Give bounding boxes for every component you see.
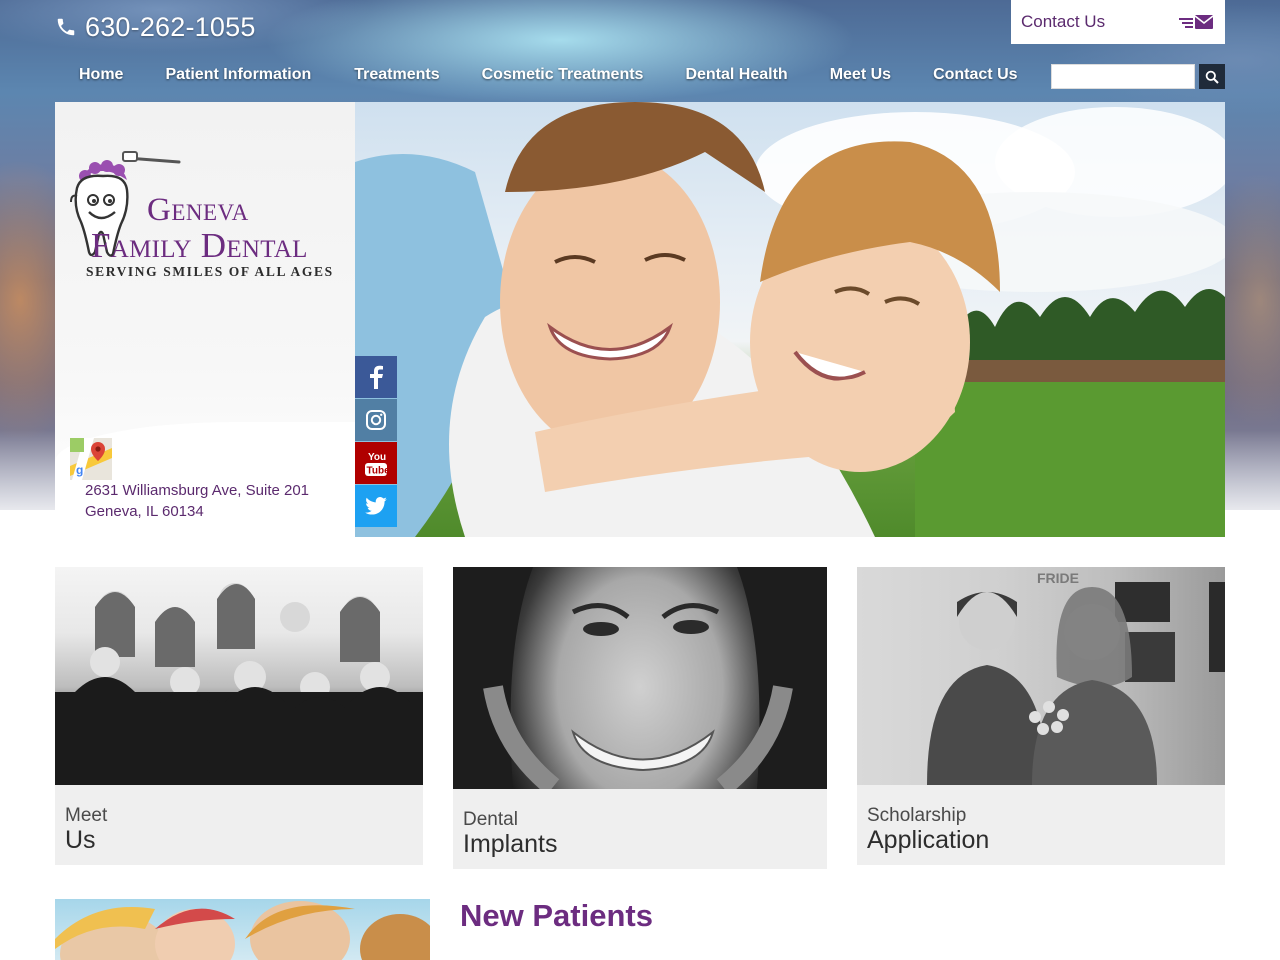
main-nav: Home Patient Information Treatments Cosm… bbox=[55, 60, 1018, 90]
phone-number[interactable]: 630-262-1055 bbox=[55, 10, 256, 44]
new-patients-heading: New Patients bbox=[460, 898, 653, 933]
instagram-icon bbox=[366, 410, 386, 430]
card-scholarship-small-text: Scholarship bbox=[867, 805, 967, 826]
facebook-icon bbox=[370, 365, 383, 389]
logo-text-geneva: Geneva bbox=[147, 192, 249, 228]
card-scholarship-application[interactable]: FRIDE Scholarship Application bbox=[857, 567, 1225, 865]
nav-item-cosmetic-treatments[interactable]: Cosmetic Treatments bbox=[482, 66, 644, 84]
smile-photo bbox=[453, 567, 827, 789]
google-maps-icon[interactable]: g bbox=[70, 438, 112, 480]
new-patients-photo bbox=[55, 899, 430, 960]
scholarship-illustration: FRIDE bbox=[927, 570, 1225, 785]
nav-item-dental-health[interactable]: Dental Health bbox=[685, 66, 787, 84]
contact-us-box-label: Contact Us bbox=[1021, 12, 1106, 31]
card-meet-us-big-text: Us bbox=[65, 826, 96, 854]
address-line-1: 2631 Williamsburg Ave, Suite 201 bbox=[85, 482, 310, 499]
envelope-icon bbox=[1179, 14, 1213, 30]
logo-tagline: SERVING SMILES OF ALL AGES bbox=[86, 264, 334, 279]
youtube-link[interactable]: You Tube bbox=[355, 442, 397, 484]
nav-item-treatments[interactable]: Treatments bbox=[354, 66, 439, 84]
svg-text:Tube: Tube bbox=[367, 466, 389, 477]
search-icon bbox=[1205, 70, 1219, 84]
social-links: You Tube bbox=[355, 356, 397, 528]
svg-text:g: g bbox=[76, 463, 83, 477]
svg-text:FRIDE: FRIDE bbox=[1037, 570, 1079, 586]
card-dental-implants-big-text: Implants bbox=[463, 830, 558, 858]
card-meet-us[interactable]: Meet Us bbox=[55, 567, 423, 865]
search-button[interactable] bbox=[1199, 64, 1225, 89]
logo[interactable]: Geneva Family Dental SERVING SMILES OF A… bbox=[67, 150, 347, 290]
hero-brand-panel: Geneva Family Dental SERVING SMILES OF A… bbox=[55, 102, 355, 537]
phone-number-text: 630-262-1055 bbox=[85, 11, 256, 42]
phone-icon bbox=[57, 18, 75, 36]
team-illustration bbox=[55, 583, 423, 785]
kids-illustration bbox=[55, 901, 430, 960]
nav-item-home[interactable]: Home bbox=[79, 66, 123, 84]
facebook-link[interactable] bbox=[355, 356, 397, 398]
twitter-icon bbox=[365, 497, 387, 515]
card-meet-us-small-text: Meet bbox=[65, 805, 108, 826]
address-line-2: Geneva, IL 60134 bbox=[85, 503, 204, 520]
card-scholarship-big-text: Application bbox=[867, 826, 990, 854]
youtube-icon: You Tube bbox=[365, 452, 389, 477]
search-bar bbox=[1051, 64, 1225, 89]
svg-text:You: You bbox=[368, 452, 386, 463]
scholarship-photo: FRIDE bbox=[857, 567, 1225, 785]
nav-item-contact-us[interactable]: Contact Us bbox=[933, 66, 1017, 84]
smile-illustration bbox=[453, 567, 827, 789]
search-input[interactable] bbox=[1051, 64, 1195, 89]
card-dental-implants-small-text: Dental bbox=[463, 809, 518, 830]
hero-image bbox=[355, 102, 1225, 537]
address[interactable]: 2631 Williamsburg Ave, Suite 201 Geneva,… bbox=[85, 480, 309, 522]
nav-item-patient-information[interactable]: Patient Information bbox=[165, 66, 311, 84]
instagram-link[interactable] bbox=[355, 399, 397, 441]
team-photo bbox=[55, 567, 423, 785]
hero-illustration bbox=[355, 102, 1225, 537]
contact-us-box[interactable]: Contact Us bbox=[1011, 0, 1225, 44]
twitter-link[interactable] bbox=[355, 485, 397, 527]
logo-text-family-dental: Family Dental bbox=[91, 226, 308, 265]
card-dental-implants[interactable]: Dental Implants bbox=[453, 567, 827, 869]
nav-item-meet-us[interactable]: Meet Us bbox=[830, 66, 891, 84]
